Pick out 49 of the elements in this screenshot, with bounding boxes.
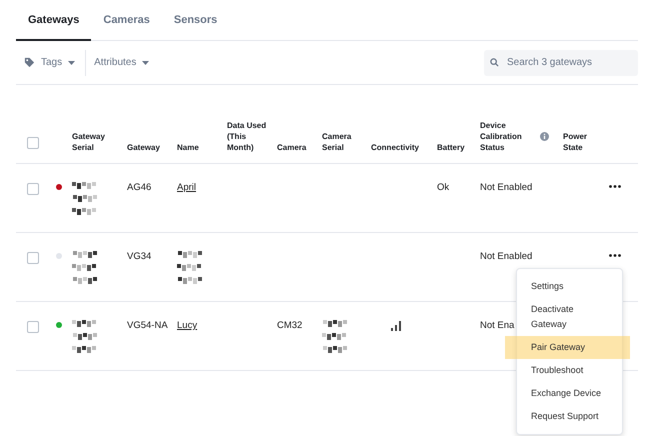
row-checkbox[interactable] [27,183,39,195]
info-icon [540,132,549,141]
tag-icon [24,57,35,68]
table-cell: AG46 [127,182,152,193]
gateway-name-link[interactable]: April [177,182,196,193]
caret-icon [142,60,150,64]
pixelated-text [177,250,203,286]
ellipsis-icon [609,185,621,188]
search-icon [490,58,499,67]
select-all-checkbox[interactable] [27,137,39,149]
row-checkbox[interactable] [27,321,39,333]
menu-item[interactable]: Troubleshoot [517,359,622,382]
menu-item[interactable]: Deactivate Gateway [517,298,622,336]
row-checkbox[interactable] [27,252,39,264]
search-input[interactable]: Search 3 gateways [505,56,629,69]
ellipsis-icon [609,254,621,257]
column-header: Name [177,142,200,153]
caret-icon [68,60,76,64]
column-header: Power State [563,131,588,153]
column-header: Data Used (This Month) [227,120,268,153]
menu-item[interactable]: Pair Gateway [505,336,630,359]
gateway-name-link[interactable]: Lucy [177,320,198,331]
column-header: Gateway [127,142,161,153]
column-header: Camera Serial [322,131,352,153]
column-header: Gateway Serial [72,131,106,153]
table-cell: CM32 [277,320,302,331]
tab[interactable]: Cameras [91,0,162,41]
menu-item[interactable]: Request Support [517,405,622,428]
menu-item[interactable]: Settings [517,275,622,298]
tab[interactable]: Sensors [162,0,230,41]
column-header: Camera [277,142,308,153]
filter-dropdown[interactable]: Tags [16,50,86,76]
table-cell: VG34 [127,251,152,262]
tab[interactable]: Gateways [16,0,92,41]
column-header: Device Calibration Status [480,120,523,153]
menu-item[interactable]: Exchange Device [517,382,622,405]
table-cell: Not Enabled [480,251,532,262]
pixelated-text [322,319,348,355]
table-cell: VG54-NA [127,320,168,331]
pixelated-text [72,181,98,217]
column-header: Connectivity [371,142,420,153]
column-header: Battery [437,142,466,153]
table-cell: Not Enabled [480,182,532,193]
table-cell: Ok [437,182,450,193]
filter-dropdown[interactable]: Attributes [86,50,160,76]
pixelated-text [72,319,98,355]
pixelated-text [72,250,98,286]
search-field[interactable]: Search 3 gateways [484,50,638,76]
table-cell: Not Ena [480,320,514,331]
